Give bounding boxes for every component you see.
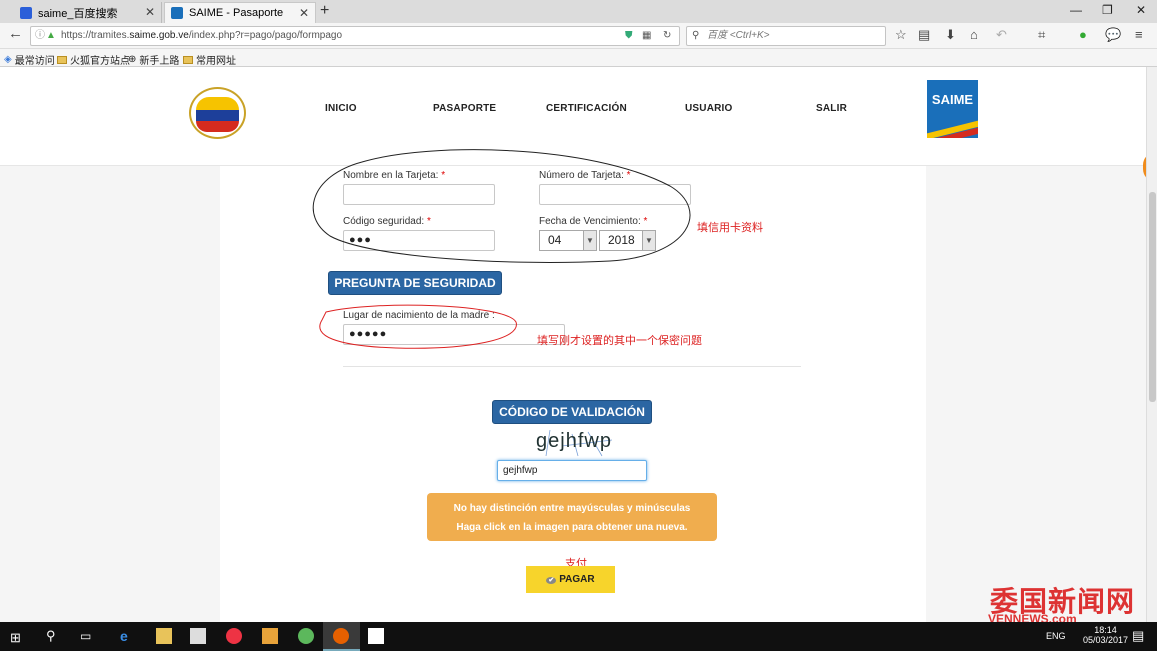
chat-icon[interactable]: 💬	[1105, 27, 1121, 43]
search-icon[interactable]: ⚲	[46, 628, 56, 644]
info-icon[interactable]: ⓘ	[35, 27, 45, 45]
url-bar[interactable]: ⓘ ▲ https://tramites.saime.gob.ve/index.…	[30, 26, 680, 46]
scrollbar-thumb[interactable]	[1149, 192, 1156, 402]
clock-time: 18:14	[1094, 625, 1117, 635]
close-window-icon[interactable]: ✕	[1136, 3, 1146, 17]
url-path: /index.php?r=pago/pago/formpago	[188, 30, 343, 41]
language-indicator[interactable]: ENG	[1046, 631, 1066, 641]
windows-taskbar: ⊞ ⚲ ▭ e ENG 18:14 05/03/2017 ▤	[0, 622, 1157, 651]
tab-title: SAIME - Pasaporte	[189, 7, 284, 19]
green-app-icon[interactable]	[298, 628, 314, 644]
folder-icon	[183, 55, 193, 64]
url-prefix: https://tramites.	[61, 30, 130, 41]
download-icon[interactable]: ⬇	[945, 27, 956, 43]
annotation-security-note: 填写刚才设置的其中一个保密问题	[537, 335, 702, 347]
menu-usuario[interactable]: USUARIO	[685, 103, 733, 114]
bookmark-getting-started[interactable]: ⊕ 新手上路	[128, 52, 179, 67]
info-line-2: Haga click en la imagen para obtener una…	[456, 522, 688, 533]
crop-icon[interactable]: ⌗	[1038, 27, 1045, 43]
firefox-taskbar-button[interactable]	[323, 622, 360, 651]
new-tab-icon[interactable]: +	[320, 2, 329, 20]
saime-favicon-icon	[171, 7, 183, 19]
url-domain: saime.gob.ve	[129, 30, 189, 41]
bookmark-firefox-site[interactable]: 火狐官方站点	[57, 52, 130, 67]
captcha-text: gejhfwp	[536, 430, 612, 452]
chrome-icon[interactable]	[226, 628, 242, 644]
tab-baidu-search[interactable]: saime_百度搜索 ✕	[14, 2, 162, 23]
undo-icon[interactable]: ↶	[996, 27, 1007, 43]
tab-saime-pasaporte[interactable]: SAIME - Pasaporte ✕	[164, 2, 316, 23]
venezuela-seal-logo	[189, 87, 246, 139]
browser-tab-bar: saime_百度搜索 ✕ SAIME - Pasaporte ✕ + — ❐ ✕	[0, 0, 1157, 23]
back-arrow-icon[interactable]: ←	[8, 25, 23, 42]
bookmark-label: 新手上路	[139, 56, 180, 67]
bookmark-most-visited[interactable]: ◈ 最常访问	[4, 52, 55, 67]
security-question-button[interactable]: PREGUNTA DE SEGURIDAD	[328, 271, 502, 295]
reload-icon[interactable]: ↻	[663, 27, 671, 45]
close-tab-icon[interactable]: ✕	[145, 5, 155, 19]
close-tab-icon[interactable]: ✕	[299, 6, 309, 20]
menu-icon[interactable]: ≡	[1135, 27, 1143, 42]
captcha-input[interactable]: gejhfwp	[497, 460, 647, 481]
notifications-icon[interactable]: ▤	[1132, 628, 1144, 644]
pay-button[interactable]: ✔ PAGAR	[526, 566, 615, 593]
qr-code-icon[interactable]: ▦	[642, 27, 651, 45]
baidu-favicon-icon	[20, 6, 32, 19]
captcha-image[interactable]: gejhfwp	[532, 428, 622, 458]
validation-code-button[interactable]: CÓDIGO DE VALIDACIÓN	[492, 400, 652, 424]
firefox-icon	[333, 628, 349, 644]
browser-nav-bar: ← ⓘ ▲ https://tramites.saime.gob.ve/inde…	[0, 23, 1157, 49]
saime-logo-text: SAIME	[931, 92, 974, 107]
folder-icon	[57, 55, 67, 64]
divider	[343, 366, 801, 367]
annotation-circle-question	[319, 304, 517, 349]
saime-logo: SAIME	[927, 80, 978, 138]
clock[interactable]: 18:14 05/03/2017	[1083, 625, 1128, 645]
edge-icon[interactable]: e	[120, 628, 128, 644]
bookmark-common-sites[interactable]: 常用网址	[183, 52, 236, 67]
task-view-icon[interactable]: ▭	[80, 629, 91, 643]
app-icon[interactable]	[262, 628, 278, 644]
info-line-1: No hay distinción entre mayúsculas y min…	[453, 503, 691, 514]
annotation-card-info: 填信用卡资料	[697, 222, 763, 234]
store-icon[interactable]	[190, 628, 206, 644]
payment-form: Nombre en la Tarjeta: * Número de Tarjet…	[220, 149, 926, 622]
page-scrollbar[interactable]	[1146, 67, 1157, 622]
menu-salir[interactable]: SALIR	[816, 103, 847, 114]
bookmark-star-icon: ◈	[4, 54, 12, 65]
lock-icon: ▲	[46, 30, 56, 41]
bookmarks-bar: ◈ 最常访问 火狐官方站点 ⊕ 新手上路 常用网址	[0, 49, 1157, 67]
minimize-icon[interactable]: —	[1070, 3, 1082, 17]
extension-icon[interactable]: ●	[1079, 27, 1087, 42]
bookmark-label: 常用网址	[196, 56, 236, 67]
bookmark-label: 最常访问	[14, 56, 55, 67]
search-box[interactable]: ⚲ 百度 <Ctrl+K>	[686, 26, 886, 46]
pay-button-label: PAGAR	[559, 574, 595, 585]
windows-start-icon[interactable]: ⊞	[10, 630, 21, 646]
file-explorer-icon[interactable]	[156, 628, 172, 644]
photos-icon[interactable]	[368, 628, 384, 644]
menu-inicio[interactable]: INICIO	[325, 103, 357, 114]
menu-certificacion[interactable]: CERTIFICACIÓN	[546, 103, 627, 114]
globe-icon: ⊕	[128, 54, 137, 65]
annotation-circle-card	[312, 149, 691, 263]
tab-title: saime_百度搜索	[38, 7, 118, 20]
bookmark-star-icon[interactable]: ☆	[895, 27, 907, 43]
search-icon: ⚲	[692, 30, 700, 41]
web-page: INICIO PASAPORTE CERTIFICACIÓN USUARIO S…	[0, 67, 1146, 622]
shield-icon[interactable]: ⛊	[625, 27, 633, 45]
bookmark-label: 火狐官方站点	[70, 56, 130, 67]
search-placeholder: 百度 <Ctrl+K>	[707, 30, 770, 41]
captcha-info-box: No hay distinción entre mayúsculas y min…	[427, 493, 717, 541]
library-icon[interactable]: ▤	[918, 27, 930, 43]
restore-icon[interactable]: ❐	[1102, 3, 1113, 17]
clock-date: 05/03/2017	[1083, 635, 1129, 645]
check-circle-icon: ✔	[546, 577, 557, 584]
home-icon[interactable]: ⌂	[970, 27, 978, 42]
menu-pasaporte[interactable]: PASAPORTE	[433, 103, 496, 114]
